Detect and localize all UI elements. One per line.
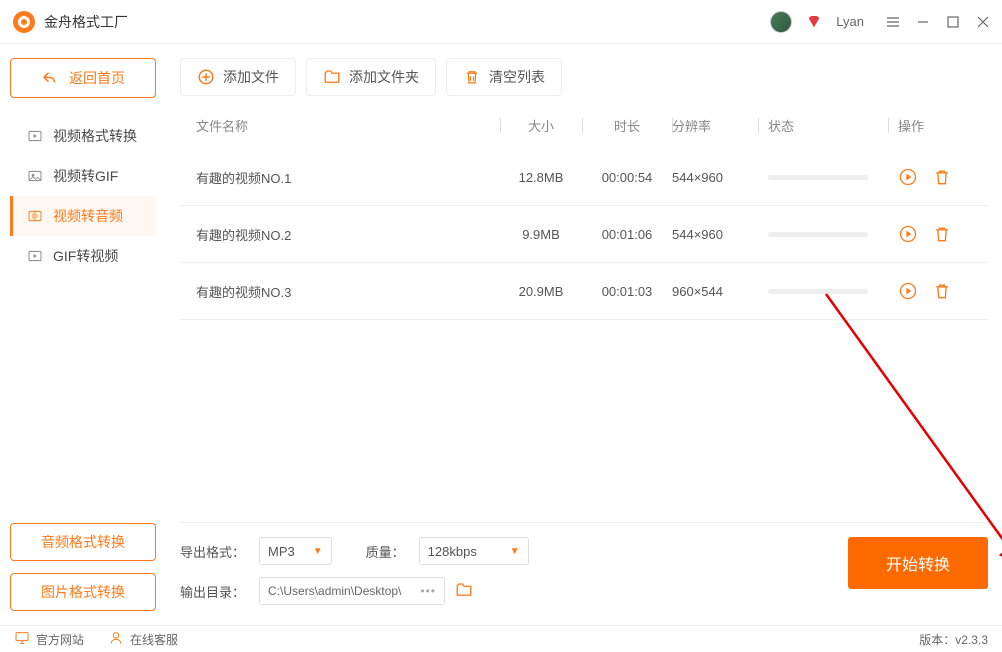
table-header: 文件名称 大小 时长 分辨率 状态 操作 — [180, 116, 988, 149]
maximize-button[interactable] — [946, 15, 960, 29]
user-avatar[interactable] — [770, 11, 792, 33]
plus-circle-icon — [197, 68, 215, 86]
col-size: 大小 — [500, 116, 582, 135]
sidebar: 返回首页 视频格式转换 视频转GIF 视频转音频 GIF转视频 音频格式转换 图… — [0, 44, 166, 625]
file-duration: 00:00:54 — [582, 170, 672, 185]
file-status — [758, 232, 888, 237]
nav-label: 视频转GIF — [53, 166, 118, 186]
delete-button[interactable] — [932, 281, 952, 301]
chevron-down-icon: ▼ — [313, 546, 323, 557]
delete-button[interactable] — [932, 167, 952, 187]
add-file-button[interactable]: 添加文件 — [180, 58, 296, 96]
file-list: 有趣的视频NO.1 12.8MB 00:00:54 544×960 有趣的视频N… — [180, 149, 988, 320]
output-path-input[interactable]: C:\Users\admin\Desktop\ ••• — [259, 577, 445, 605]
app-logo-icon — [12, 10, 36, 34]
file-resolution: 960×544 — [672, 284, 758, 299]
col-duration: 时长 — [582, 116, 672, 135]
monitor-icon — [14, 630, 30, 649]
support-link[interactable]: 在线客服 — [108, 630, 178, 649]
play-button[interactable] — [898, 167, 918, 187]
progress-bar — [768, 289, 868, 294]
progress-bar — [768, 175, 868, 180]
col-status: 状态 — [758, 116, 888, 135]
delete-button[interactable] — [932, 224, 952, 244]
col-action: 操作 — [888, 116, 978, 135]
file-status — [758, 175, 888, 180]
file-name: 有趣的视频NO.2 — [190, 225, 500, 244]
username[interactable]: Lyan — [836, 14, 864, 29]
menu-button[interactable] — [886, 15, 900, 29]
toolbar: 添加文件 添加文件夹 清空列表 — [180, 58, 988, 96]
nav-video-to-gif[interactable]: 视频转GIF — [10, 156, 156, 196]
file-size: 12.8MB — [500, 170, 582, 185]
file-size: 20.9MB — [500, 284, 582, 299]
nav-label: 视频转音频 — [53, 206, 123, 226]
format-select[interactable]: MP3 ▼ — [259, 537, 332, 565]
version-label: 版本：v2.3.3 — [919, 631, 988, 648]
video-icon — [27, 128, 43, 144]
progress-bar — [768, 232, 868, 237]
output-label: 输出目录： — [180, 582, 245, 601]
title-bar: 金舟格式工厂 Lyan — [0, 0, 1002, 44]
folder-icon — [323, 68, 341, 86]
file-duration: 00:01:06 — [582, 227, 672, 242]
nav-gif-to-video[interactable]: GIF转视频 — [10, 236, 156, 276]
nav-label: GIF转视频 — [53, 246, 118, 266]
file-status — [758, 289, 888, 294]
back-arrow-icon — [41, 69, 59, 87]
quality-label: 质量： — [366, 542, 405, 561]
col-resolution: 分辨率 — [672, 116, 758, 135]
file-resolution: 544×960 — [672, 170, 758, 185]
nav-video-to-audio[interactable]: 视频转音频 — [10, 196, 156, 236]
file-resolution: 544×960 — [672, 227, 758, 242]
official-site-link[interactable]: 官方网站 — [14, 630, 84, 649]
bottom-panel: 导出格式： MP3 ▼ 质量： 128kbps ▼ 输出目录： C:\Users… — [180, 522, 988, 617]
clear-list-button[interactable]: 清空列表 — [446, 58, 562, 96]
file-row[interactable]: 有趣的视频NO.3 20.9MB 00:01:03 960×544 — [180, 263, 988, 320]
quality-select[interactable]: 128kbps ▼ — [419, 537, 529, 565]
vip-diamond-icon[interactable] — [806, 14, 822, 30]
nav-video-format[interactable]: 视频格式转换 — [10, 116, 156, 156]
back-home-button[interactable]: 返回首页 — [10, 58, 156, 98]
gif-video-icon — [27, 248, 43, 264]
status-bar: 官方网站 在线客服 版本：v2.3.3 — [0, 625, 1002, 652]
audio-icon — [27, 208, 43, 224]
browse-folder-button[interactable] — [455, 581, 473, 602]
format-label: 导出格式： — [180, 542, 245, 561]
image-mode-button[interactable]: 图片格式转换 — [10, 573, 156, 611]
play-button[interactable] — [898, 224, 918, 244]
file-size: 9.9MB — [500, 227, 582, 242]
add-folder-button[interactable]: 添加文件夹 — [306, 58, 436, 96]
file-name: 有趣的视频NO.3 — [190, 282, 500, 301]
content-area: 添加文件 添加文件夹 清空列表 文件名称 大小 时长 分辨率 状态 操作 有趣的… — [166, 44, 1002, 625]
chevron-down-icon: ▼ — [510, 546, 520, 557]
file-duration: 00:01:03 — [582, 284, 672, 299]
path-more: ••• — [420, 584, 436, 598]
gif-icon — [27, 168, 43, 184]
main-area: 返回首页 视频格式转换 视频转GIF 视频转音频 GIF转视频 音频格式转换 图… — [0, 44, 1002, 625]
back-label: 返回首页 — [69, 68, 125, 88]
close-button[interactable] — [976, 15, 990, 29]
app-title: 金舟格式工厂 — [44, 12, 770, 32]
start-convert-button[interactable]: 开始转换 — [848, 537, 988, 589]
audio-mode-button[interactable]: 音频格式转换 — [10, 523, 156, 561]
col-name: 文件名称 — [190, 116, 500, 135]
minimize-button[interactable] — [916, 15, 930, 29]
clear-icon — [463, 68, 481, 86]
play-button[interactable] — [898, 281, 918, 301]
file-row[interactable]: 有趣的视频NO.2 9.9MB 00:01:06 544×960 — [180, 206, 988, 263]
headset-icon — [108, 630, 124, 649]
file-row[interactable]: 有趣的视频NO.1 12.8MB 00:00:54 544×960 — [180, 149, 988, 206]
nav-label: 视频格式转换 — [53, 126, 137, 146]
file-name: 有趣的视频NO.1 — [190, 168, 500, 187]
